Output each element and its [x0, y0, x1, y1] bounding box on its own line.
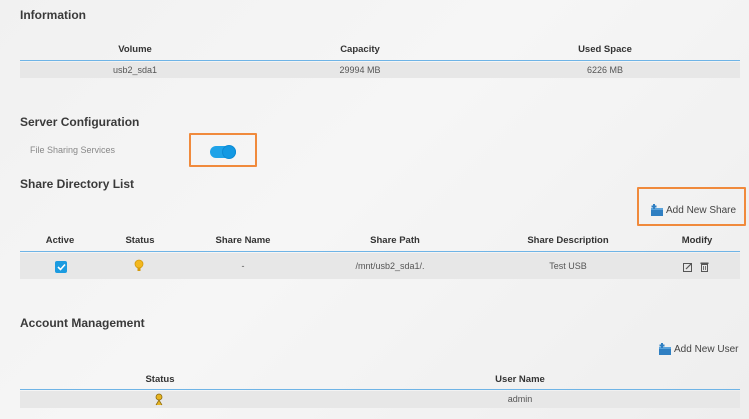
- used-space-value: 6226 MB: [586, 65, 624, 75]
- file-sharing-label: File Sharing Services: [30, 145, 116, 155]
- share-description-value: Test USB: [549, 261, 587, 271]
- check-icon: [56, 263, 66, 271]
- col-used-space: Used Space: [578, 44, 632, 55]
- bulb-icon: [134, 259, 144, 271]
- account-header-divider: [20, 389, 740, 390]
- add-share-icon: [651, 204, 663, 216]
- information-row: usb2_sda1 29994 MB 6226 MB: [20, 62, 740, 78]
- active-checkbox[interactable]: [55, 261, 67, 273]
- table-row: admin: [20, 391, 740, 408]
- edit-icon[interactable]: [683, 262, 693, 272]
- account-title: Account Management: [20, 316, 145, 330]
- share-path-value: /mnt/usb2_sda1/.: [355, 261, 425, 271]
- col-user-name: User Name: [495, 374, 545, 385]
- share-header-divider: [20, 251, 740, 252]
- col-capacity: Capacity: [340, 44, 380, 55]
- add-new-share-label: Add New Share: [666, 204, 737, 216]
- col-active: Active: [45, 235, 75, 246]
- table-row: - /mnt/usb2_sda1/. Test USB: [20, 253, 740, 279]
- share-name-value: -: [241, 261, 245, 271]
- volume-value: usb2_sda1: [112, 65, 158, 75]
- col-share-name: Share Name: [215, 235, 271, 246]
- server-config-title: Server Configuration: [20, 115, 140, 129]
- delete-icon[interactable]: [700, 261, 709, 272]
- add-new-share-button[interactable]: Add New Share: [651, 204, 736, 216]
- user-name-value: admin: [507, 394, 533, 404]
- share-list-title: Share Directory List: [20, 177, 135, 191]
- information-header-divider: [20, 60, 740, 61]
- file-sharing-toggle[interactable]: [210, 145, 236, 159]
- add-user-icon: [659, 343, 671, 355]
- col-status: Status: [125, 235, 155, 246]
- user-status-icon: [155, 393, 163, 406]
- add-new-user-button[interactable]: Add New User: [659, 343, 738, 355]
- col-modify: Modify: [681, 235, 713, 246]
- col-share-path: Share Path: [370, 235, 420, 246]
- toggle-knob: [222, 145, 236, 159]
- col-share-description: Share Description: [527, 235, 609, 246]
- capacity-value: 29994 MB: [339, 65, 381, 75]
- col-user-status: Status: [145, 374, 175, 385]
- information-title: Information: [20, 8, 86, 22]
- col-volume: Volume: [118, 44, 152, 55]
- add-new-user-label: Add New User: [674, 343, 739, 355]
